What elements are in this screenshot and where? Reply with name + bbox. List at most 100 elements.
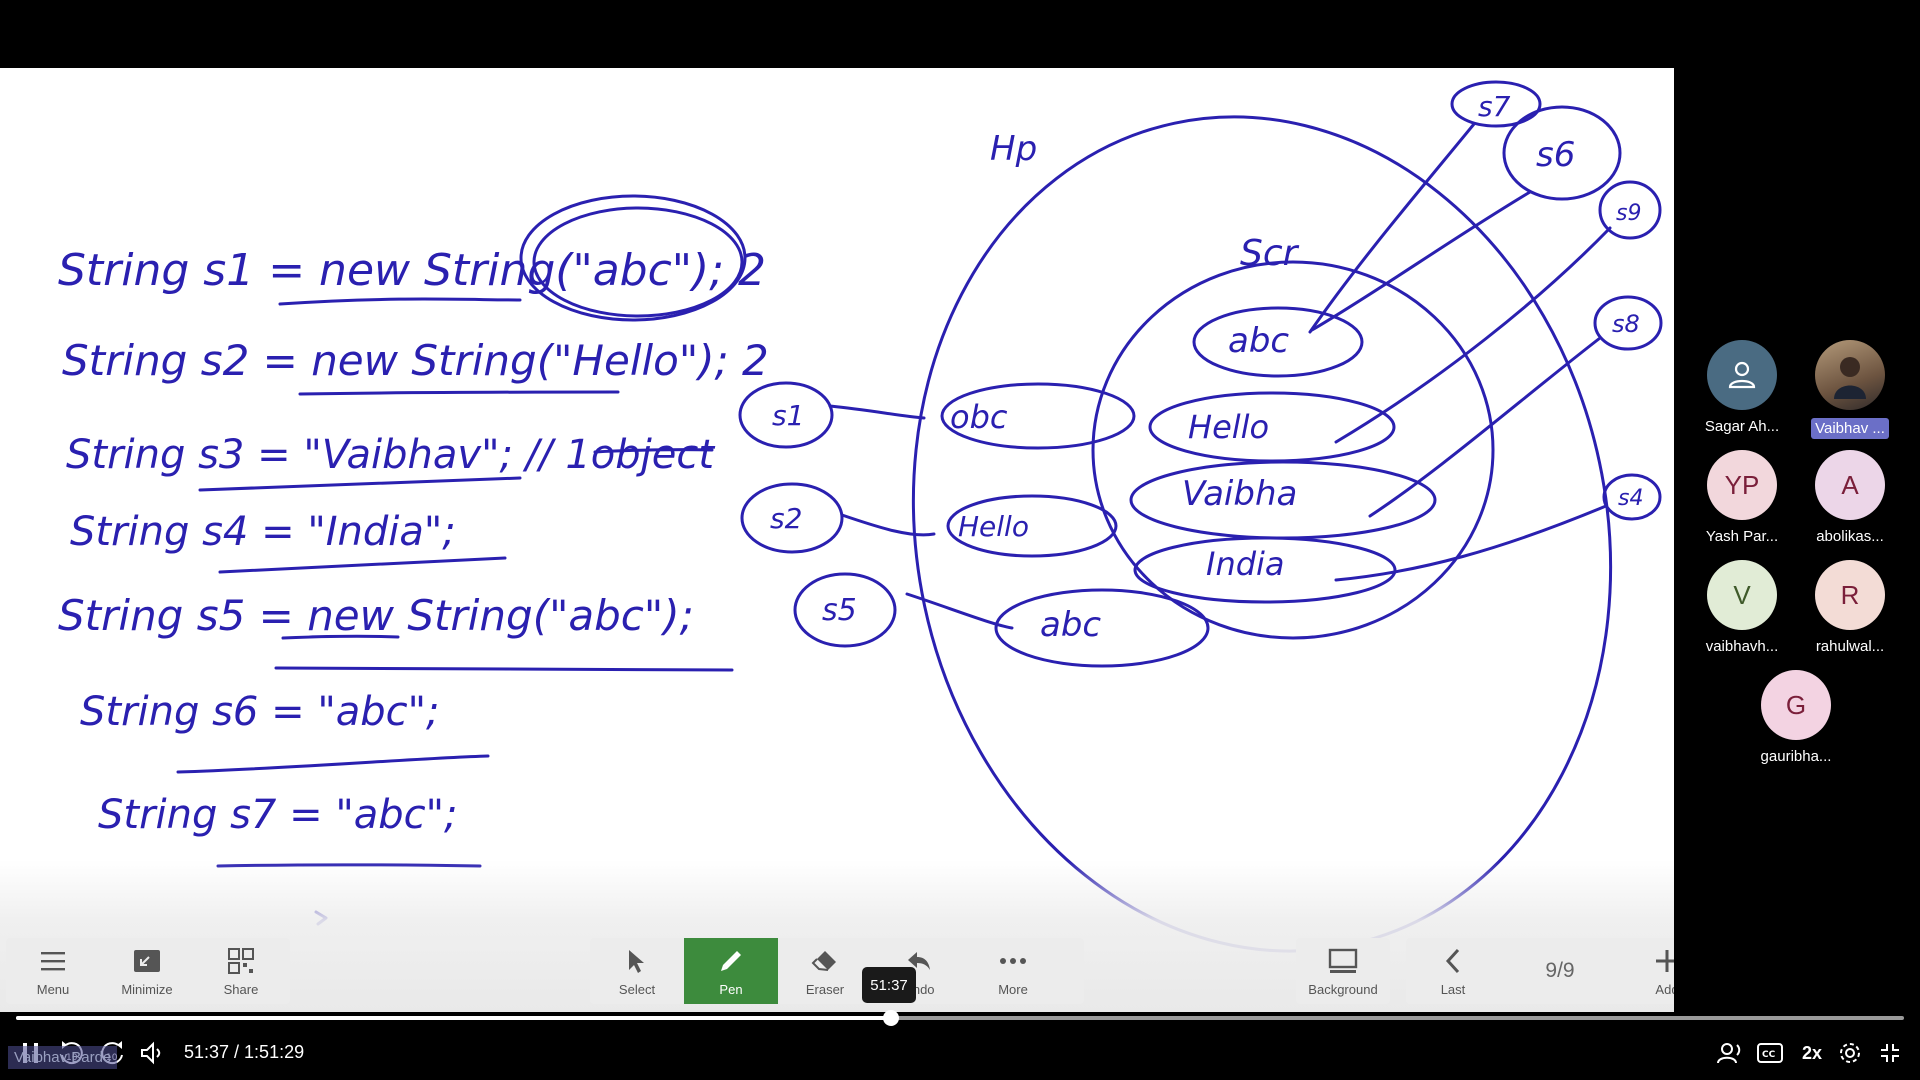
last-label: Last — [1440, 981, 1466, 997]
captions-button[interactable]: CC — [1754, 1038, 1786, 1068]
exit-fullscreen-icon — [1881, 1044, 1899, 1062]
underline-6 — [176, 754, 490, 774]
code-line-3: String s3 = "Vaibhav"; // 1object — [66, 432, 715, 478]
seek-time-tooltip: 51:37 — [862, 967, 916, 1003]
heap-obj-hello-label: Hello — [958, 510, 1029, 543]
ref-s4-label: s4 — [1618, 486, 1643, 511]
toolbar-left-group: Menu Minimize Share — [6, 938, 290, 1004]
volume-button[interactable] — [136, 1038, 168, 1068]
heap-obj-abc — [994, 588, 1210, 668]
toolbar-pages-group: Last 9/9 Add — [1406, 938, 1714, 1004]
underline-2 — [298, 390, 620, 396]
person-icon — [1707, 340, 1777, 410]
seek-progress — [16, 1016, 892, 1020]
participant-avatar: G — [1761, 670, 1831, 740]
underline-3 — [198, 476, 522, 492]
seek-thumb[interactable] — [883, 1010, 900, 1026]
menu-button[interactable]: Menu — [6, 938, 100, 1004]
pen-icon — [716, 946, 746, 976]
seek-bar[interactable] — [16, 1010, 1904, 1026]
code-line-4: String s4 = "India"; — [70, 509, 456, 555]
scp-region — [1091, 260, 1495, 640]
more-label: More — [998, 981, 1028, 997]
ref-s6-label: s6 — [1536, 135, 1575, 175]
participant-name: abolikas... — [1816, 528, 1884, 545]
eraser-icon — [810, 946, 840, 976]
toolbar-center-group: Select Pen Eraser Undo More — [590, 938, 1084, 1004]
participant-tile-1[interactable]: Sagar Ah... — [1688, 340, 1796, 435]
participant-tile-7[interactable]: G gauribha... — [1742, 670, 1850, 765]
more-button[interactable]: More — [966, 938, 1060, 1004]
settings-button[interactable] — [1834, 1038, 1866, 1068]
participant-name: gauribha... — [1760, 748, 1832, 765]
scp-obj-vaibha-label: Vaibha — [1182, 474, 1297, 514]
player-controls: 10 10 51:37 / 1:51:29 CC 2x — [0, 1030, 1920, 1080]
participant-name: vaibhavh... — [1705, 638, 1779, 655]
heap-label: Hp — [990, 129, 1037, 169]
share-icon — [226, 946, 256, 976]
pen-tool-button[interactable]: Pen — [684, 938, 778, 1004]
arrow-s6-abc — [1310, 190, 1532, 332]
participant-name: Sagar Ah... — [1704, 418, 1780, 435]
more-icon — [998, 946, 1028, 976]
participant-avatar: A — [1815, 450, 1885, 520]
select-arrow-icon — [622, 946, 652, 976]
arrow-s7-abc — [1308, 122, 1476, 334]
eraser-tool-button[interactable]: Eraser — [778, 938, 872, 1004]
minimize-button[interactable]: Minimize — [100, 938, 194, 1004]
underline-5a — [281, 634, 400, 640]
scp-obj-india-label: India — [1206, 545, 1285, 583]
underline-1 — [278, 297, 522, 306]
participant-name: Yash Par... — [1705, 528, 1779, 545]
arrow-s5-abc — [905, 592, 1014, 630]
scp-obj-hello-label: Hello — [1188, 408, 1269, 446]
minimize-icon — [132, 946, 162, 976]
presenter-name-tag: Vaibhav Barde — [8, 1046, 118, 1069]
menu-icon — [38, 946, 68, 976]
participant-name-active: Vaibhav ... — [1811, 418, 1889, 439]
ref-s7-label: s7 — [1478, 90, 1511, 123]
code-line-6: String s6 = "abc"; — [80, 689, 440, 735]
eraser-label: Eraser — [805, 981, 845, 997]
user-photo-avatar — [1815, 340, 1885, 410]
scp-obj-hello — [1148, 391, 1396, 463]
select-tool-button[interactable]: Select — [590, 938, 684, 1004]
last-page-button[interactable]: Last — [1406, 938, 1500, 1004]
participant-tile-3[interactable]: YP Yash Par... — [1688, 450, 1796, 545]
participants-toggle-button[interactable] — [1714, 1038, 1746, 1068]
time-display: 51:37 / 1:51:29 — [184, 1042, 305, 1062]
page-indicator: 9/9 — [1545, 959, 1575, 982]
heap-obj-abc-label: abc — [1040, 605, 1101, 645]
code-line-2: String s2 = new String("Hello"); 2 — [62, 336, 769, 385]
participants-panel: Sagar Ah... Vaibhav ... YP Yash Par... A… — [1674, 68, 1920, 1012]
code-line-7: String s7 = "abc"; — [98, 792, 458, 838]
toolbar-background-group: Background — [1296, 938, 1390, 1004]
participant-tile-5[interactable]: V vaibhavh... — [1688, 560, 1796, 655]
pen-label: Pen — [719, 981, 743, 997]
code-line-1: String s1 = new String("abc"); 2 — [58, 245, 766, 296]
top-black-bar — [0, 0, 1920, 68]
ref-s8-label: s8 — [1612, 310, 1640, 338]
people-audio-icon — [1717, 1043, 1741, 1064]
playback-speed-button[interactable]: 2x — [1794, 1038, 1830, 1068]
arrow-s8-vaibha — [1368, 336, 1602, 518]
exit-fullscreen-button[interactable] — [1874, 1038, 1906, 1068]
background-button[interactable]: Background — [1296, 938, 1390, 1004]
participant-avatar: V — [1707, 560, 1777, 630]
participant-name: rahulwal... — [1815, 638, 1885, 655]
ref-s9-label: s9 — [1616, 201, 1641, 226]
participant-tile-4[interactable]: A abolikas... — [1796, 450, 1904, 545]
underline-5b — [274, 666, 734, 672]
participant-avatar: R — [1815, 560, 1885, 630]
participant-tile-6[interactable]: R rahulwal... — [1796, 560, 1904, 655]
underline-4 — [218, 556, 507, 574]
chevron-left-icon — [1438, 946, 1468, 976]
share-button[interactable]: Share — [194, 938, 288, 1004]
participant-tile-2[interactable]: Vaibhav ... — [1796, 340, 1904, 439]
closed-captions-icon: CC — [1757, 1043, 1783, 1063]
participant-avatar: YP — [1707, 450, 1777, 520]
background-icon — [1328, 946, 1358, 976]
ref-s1-label: s1 — [772, 399, 804, 432]
arrow-s2-hello — [840, 513, 936, 537]
scp-obj-abc-label: abc — [1228, 321, 1289, 361]
